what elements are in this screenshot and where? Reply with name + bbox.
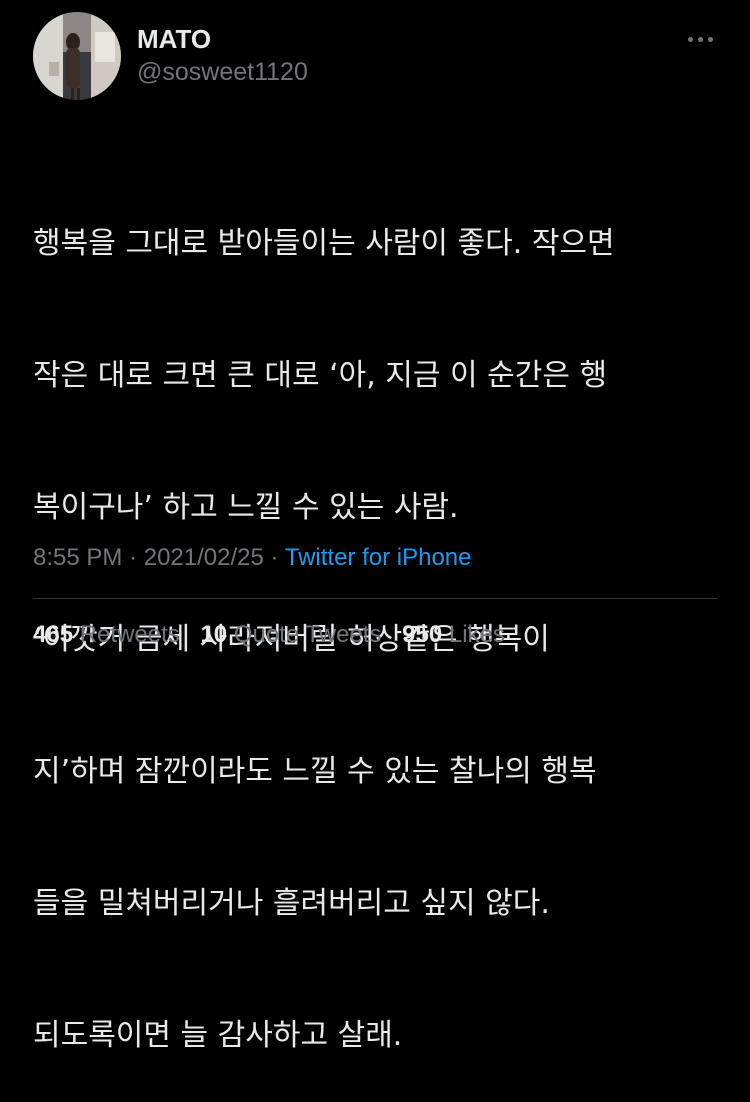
quotes-stat[interactable]: 10 Quote Tweets — [200, 621, 381, 648]
tweet-line: 되도록이면 늘 감사하고 살래. — [33, 1018, 403, 1053]
retweets-stat[interactable]: 465 Retweets — [33, 621, 180, 648]
tweet-line: 작은 대로 크면 큰 대로 ‘아, 지금 이 순간은 행 — [33, 358, 608, 393]
quotes-count: 10 — [200, 621, 228, 648]
meta-separator: · — [122, 544, 144, 571]
tweet-meta: 8:55 PM · 2021/02/25 · Twitter for iPhon… — [33, 541, 472, 575]
quotes-label: Quote Tweets — [233, 621, 382, 648]
meta-separator: · — [263, 544, 285, 571]
likes-label: Likes — [448, 621, 505, 648]
avatar-photo — [33, 12, 121, 100]
tweet-line: 복이구나’ 하고 느낄 수 있는 사람. — [33, 490, 459, 525]
retweets-count: 465 — [33, 621, 74, 648]
likes-count: 950 — [402, 621, 443, 648]
dot — [697, 36, 703, 42]
tweet-header: MATO @sosweet1120 — [33, 12, 723, 102]
user-names: MATO @sosweet1120 — [137, 24, 308, 88]
tweet-line: 행복을 그대로 받아들이는 사람이 좋다. 작으면 — [33, 226, 615, 261]
tweet-line: 들을 밀쳐버리거나 흘려버리고 싶지 않다. — [33, 886, 550, 921]
user-handle[interactable]: @sosweet1120 — [137, 56, 308, 88]
display-name[interactable]: MATO — [137, 24, 308, 54]
tweet-time[interactable]: 8:55 PM — [33, 544, 122, 571]
ellipsis-icon[interactable] — [683, 32, 717, 46]
dot — [707, 36, 713, 42]
dot — [687, 36, 693, 42]
retweets-label: Retweets — [79, 621, 180, 648]
divider — [33, 598, 718, 599]
avatar[interactable] — [33, 12, 121, 100]
tweet-line: 지’하며 잠깐이라도 느낄 수 있는 찰나의 행복 — [33, 754, 597, 789]
tweet-stats: 465 Retweets 10 Quote Tweets 950 Likes — [33, 618, 505, 652]
tweet-date[interactable]: 2021/02/25 — [144, 544, 264, 571]
tweet-source[interactable]: Twitter for iPhone — [285, 544, 472, 571]
likes-stat[interactable]: 950 Likes — [402, 621, 505, 648]
